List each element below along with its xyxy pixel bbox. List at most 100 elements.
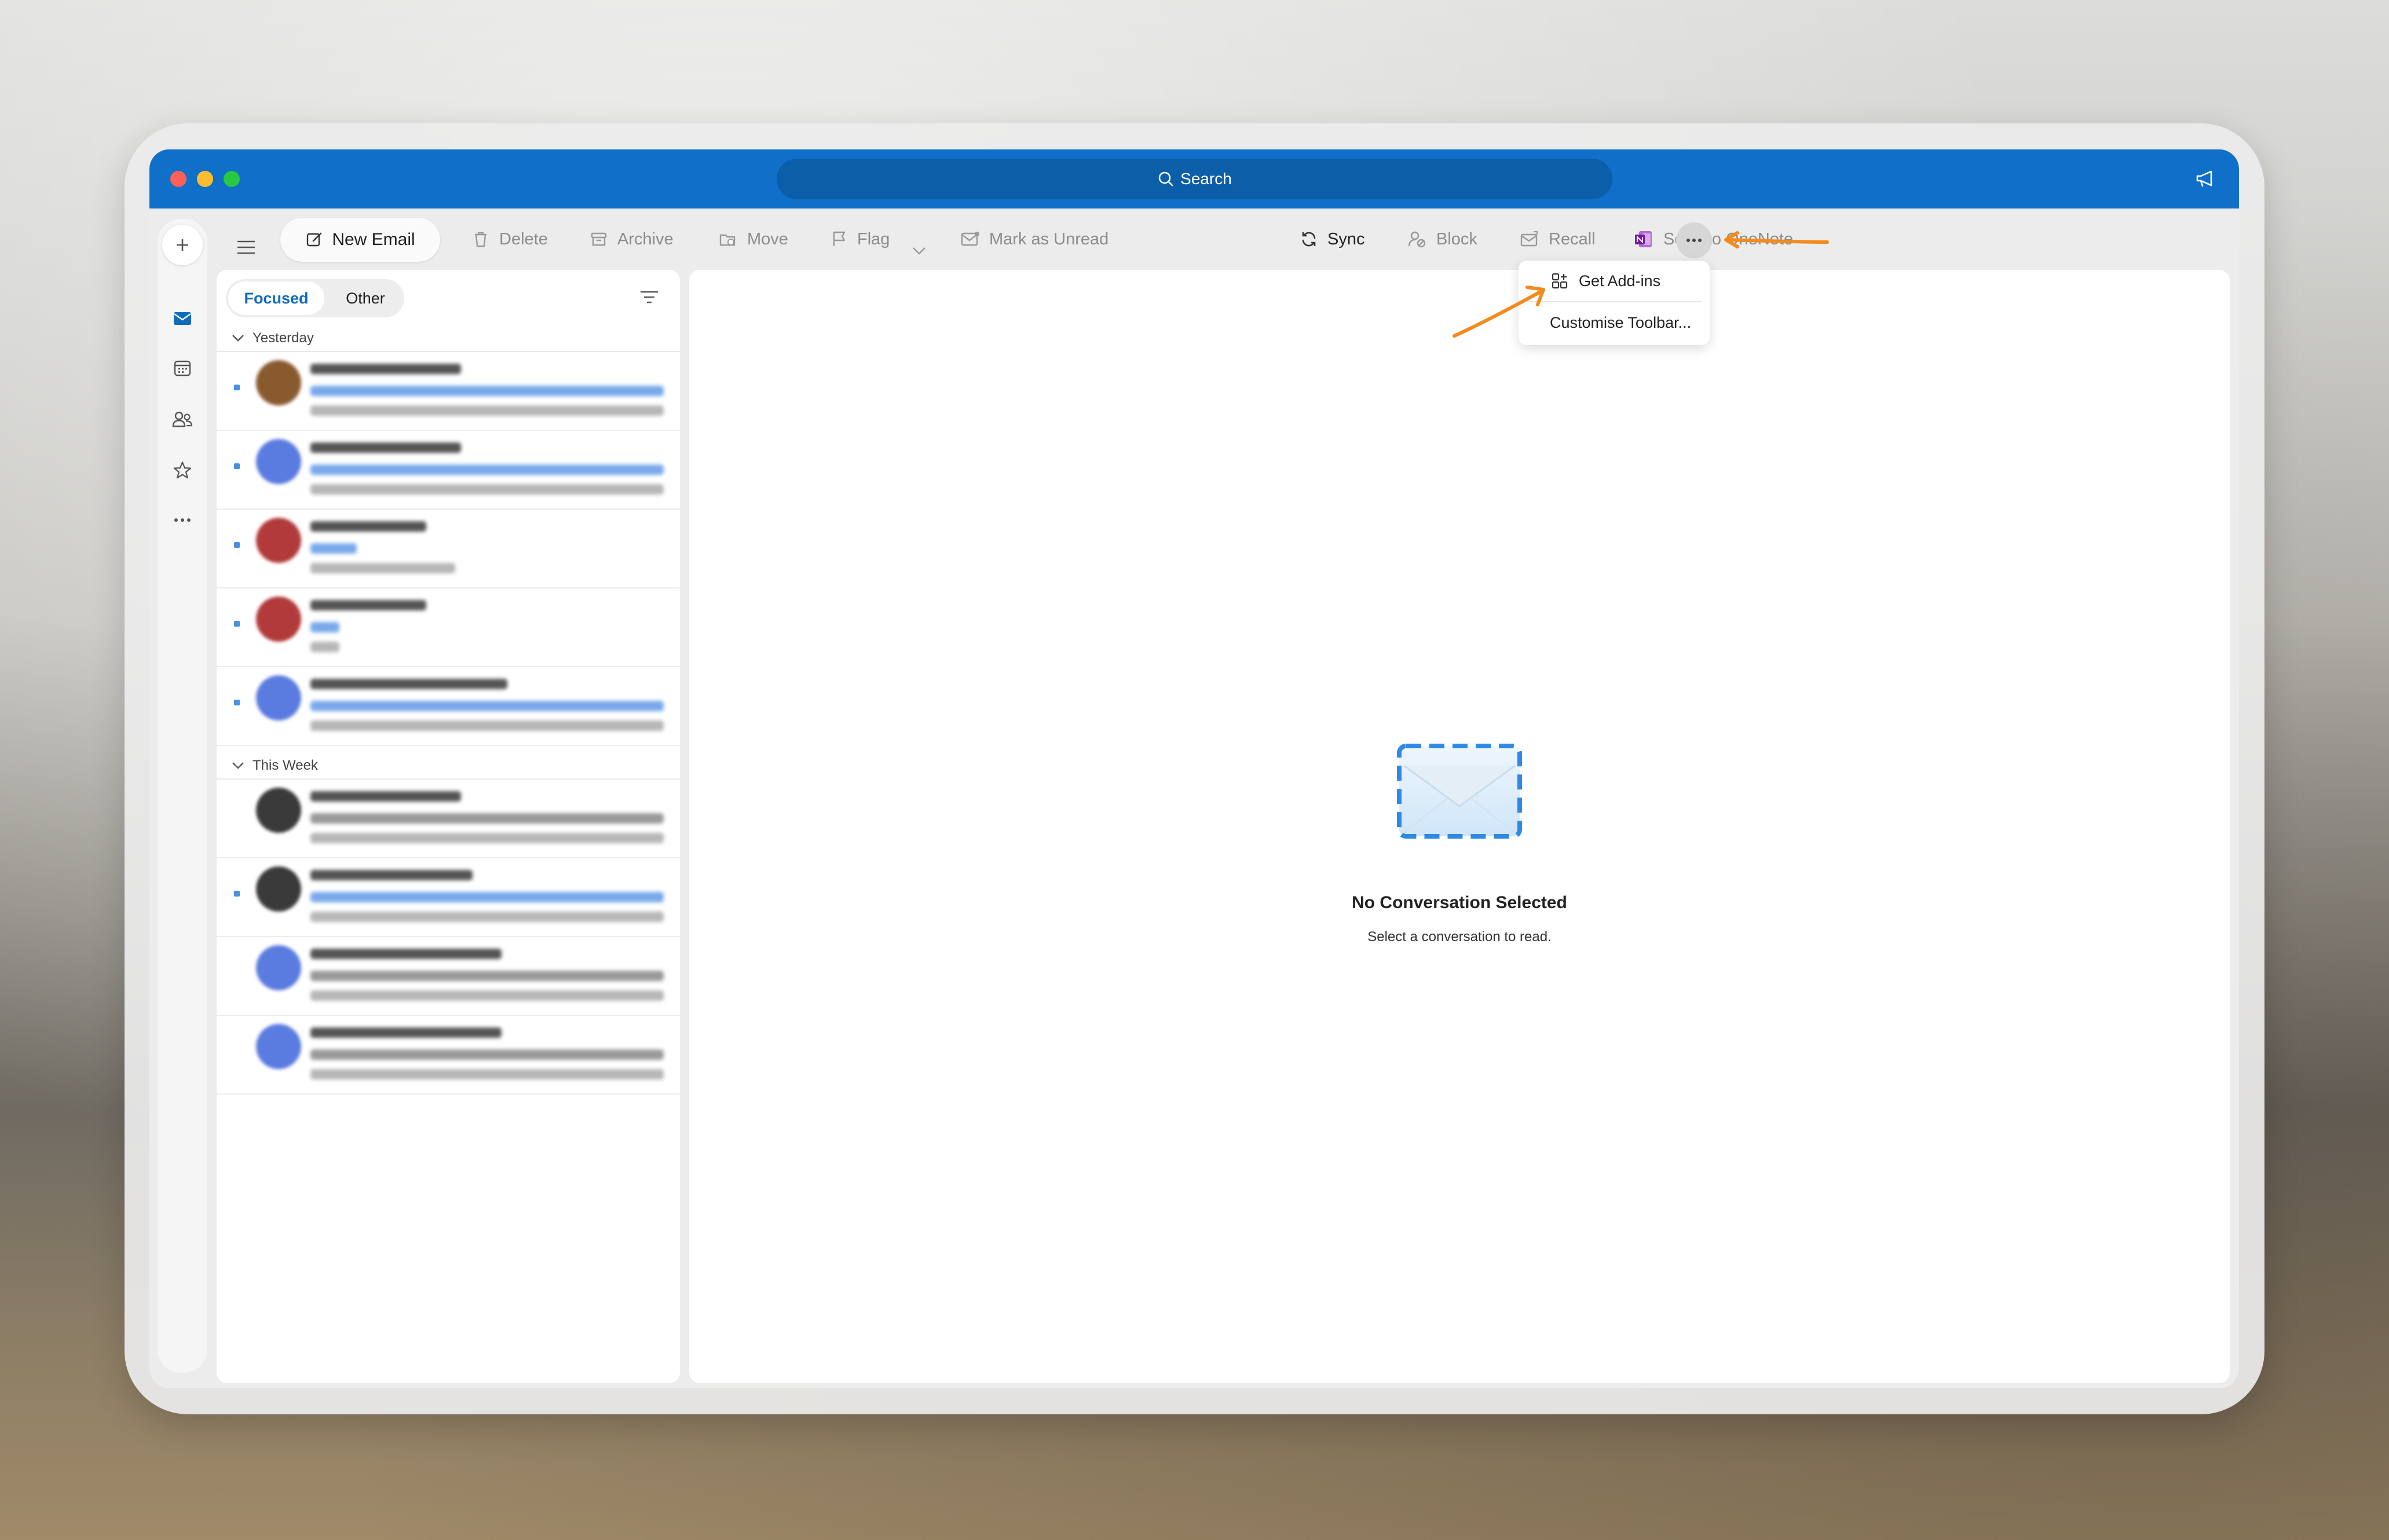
unread-indicator [234, 621, 240, 627]
archive-icon [591, 232, 607, 246]
redacted-sender [310, 1027, 502, 1038]
new-email-label: New Email [332, 230, 415, 249]
move-button[interactable]: Move [718, 222, 788, 256]
redacted-sender [310, 870, 473, 880]
recall-button[interactable]: Recall [1520, 222, 1596, 256]
recall-icon [1520, 231, 1538, 247]
annotation-arrow-diagonal-icon [1453, 286, 1545, 338]
empty-state-subtitle: Select a conversation to read. [1367, 929, 1552, 945]
minimize-window-button[interactable] [197, 171, 213, 187]
redacted-subject [310, 464, 664, 475]
chevron-down-icon [232, 762, 244, 769]
toolbar: New Email Delete Archive Move Flag Mark … [149, 208, 2239, 270]
redacted-preview [310, 642, 339, 652]
menu-divider [1527, 301, 1702, 302]
list-item[interactable] [217, 588, 680, 667]
sync-button[interactable]: Sync [1300, 222, 1364, 256]
avatar [256, 597, 301, 642]
list-item[interactable] [217, 937, 680, 1016]
redacted-preview [310, 563, 455, 573]
redacted-subject [310, 386, 664, 396]
calendar-icon [174, 360, 191, 376]
archive-label: Archive [617, 229, 674, 248]
rail-more-apps-button[interactable] [171, 509, 194, 532]
megaphone-icon[interactable] [2194, 167, 2217, 190]
group-label: Yesterday [253, 330, 314, 346]
trash-icon [475, 232, 486, 247]
filter-icon[interactable] [639, 290, 659, 305]
tab-other[interactable]: Other [329, 281, 402, 315]
star-icon [173, 461, 192, 479]
redacted-preview [310, 484, 664, 495]
avatar [256, 360, 301, 405]
group-header-yesterday[interactable]: Yesterday [217, 325, 680, 352]
move-label: Move [747, 229, 788, 248]
list-item[interactable] [217, 352, 680, 431]
redacted-sender [310, 791, 461, 802]
redacted-sender [310, 442, 461, 453]
redacted-preview [310, 912, 664, 922]
empty-mailbox-envelope-icon [1397, 744, 1522, 839]
delete-label: Delete [499, 229, 548, 248]
block-button[interactable]: Block [1407, 222, 1477, 256]
add-ins-icon [1552, 273, 1568, 289]
mark-as-unread-button[interactable]: Mark as Unread [960, 222, 1108, 256]
flag-icon [833, 231, 846, 246]
redacted-sender [310, 949, 502, 959]
hamburger-menu-icon[interactable] [236, 231, 256, 264]
tab-focused[interactable]: Focused [228, 281, 324, 315]
empty-state-title: No Conversation Selected [1352, 893, 1567, 912]
rail-favorites-button[interactable] [171, 459, 194, 482]
unread-indicator [234, 542, 240, 548]
avatar [256, 675, 301, 720]
redacted-sender [310, 679, 507, 689]
flag-button[interactable]: Flag [831, 222, 890, 256]
recall-label: Recall [1549, 229, 1596, 248]
search-icon [1158, 171, 1173, 186]
compose-icon [307, 232, 322, 247]
redacted-sender [310, 521, 426, 532]
list-item[interactable] [217, 667, 680, 746]
more-options-button[interactable] [1676, 222, 1712, 258]
new-email-button[interactable]: New Email [280, 218, 440, 262]
create-new-button[interactable] [162, 225, 203, 265]
navigation-rail [158, 219, 207, 1373]
redacted-preview [310, 720, 664, 731]
redacted-preview [310, 833, 664, 843]
redacted-preview [310, 990, 664, 1001]
delete-button[interactable]: Delete [471, 222, 548, 256]
search-bar[interactable]: Search [777, 159, 1612, 199]
avatar [256, 945, 301, 990]
people-icon [172, 411, 193, 427]
envelope-icon [961, 232, 979, 246]
list-item[interactable] [217, 780, 680, 858]
list-item[interactable] [217, 858, 680, 937]
unread-indicator [234, 463, 240, 469]
rail-people-button[interactable] [171, 408, 194, 431]
redacted-subject [310, 622, 339, 632]
list-item[interactable] [217, 510, 680, 588]
outlook-window: Search New Email Delete Archive Move Fla… [149, 149, 2239, 1388]
redacted-subject [310, 892, 664, 902]
chevron-down-icon [232, 335, 244, 342]
archive-button[interactable]: Archive [590, 222, 674, 256]
rail-mail-button[interactable] [171, 307, 194, 330]
title-bar: Search [149, 149, 2239, 208]
close-window-button[interactable] [170, 171, 186, 187]
zoom-window-button[interactable] [224, 171, 240, 187]
avatar [256, 439, 301, 484]
unread-indicator [234, 385, 240, 390]
avatar [256, 1024, 301, 1069]
menu-item-label: Get Add-ins [1579, 272, 1661, 290]
redacted-subject [310, 971, 664, 981]
block-label: Block [1436, 229, 1477, 248]
redacted-subject [310, 543, 357, 554]
search-placeholder: Search [1180, 170, 1232, 188]
group-header-this-week[interactable]: This Week [217, 753, 680, 780]
reading-pane: No Conversation Selected Select a conver… [689, 270, 2230, 1383]
flag-chevron-down-icon[interactable] [912, 234, 927, 268]
list-item[interactable] [217, 431, 680, 510]
rail-calendar-button[interactable] [171, 357, 194, 380]
list-item[interactable] [217, 1016, 680, 1095]
mail-icon [174, 312, 191, 325]
